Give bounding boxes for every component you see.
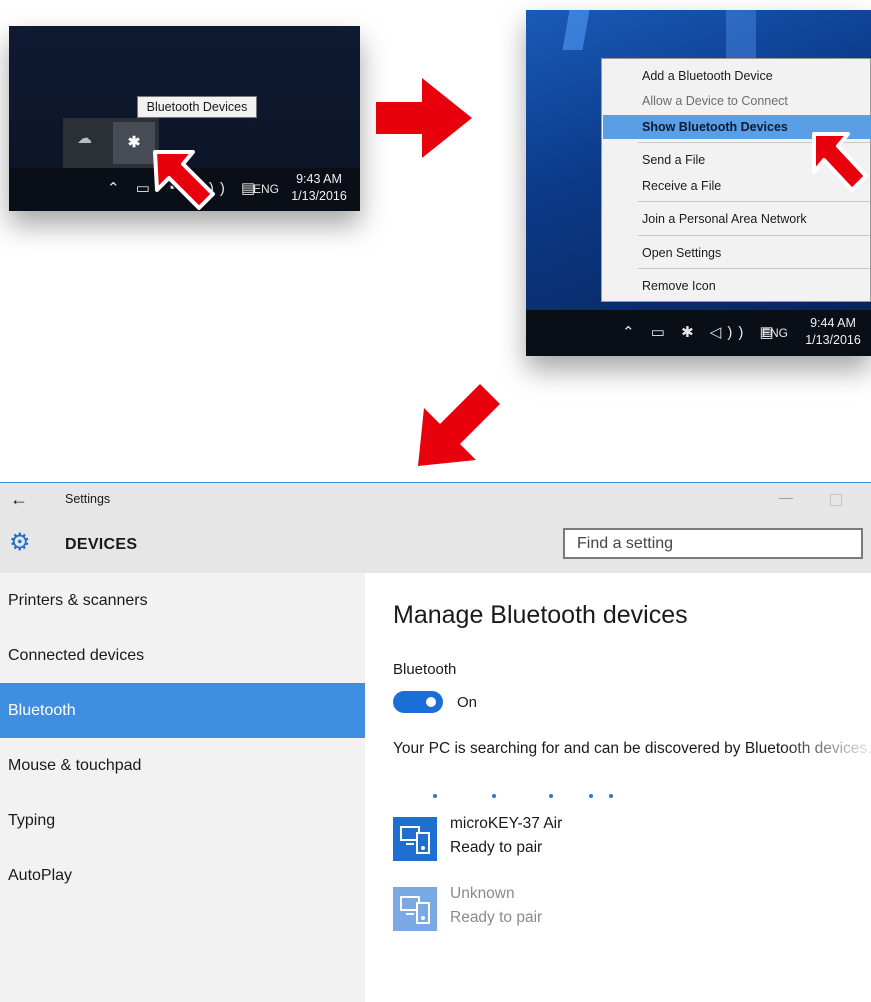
sidebar: Printers & scanners Connected devices Bl… bbox=[0, 573, 365, 1002]
menu-item-open-settings[interactable]: Open Settings bbox=[603, 241, 871, 265]
bluetooth-label: Bluetooth bbox=[393, 661, 457, 678]
tray-icons[interactable]: ⌃ ▭ ✱ ◁)) ▤ bbox=[622, 324, 780, 342]
taskbar: ⌃ ▭ ✱ ◁)) ▤ ENG 9:44 AM 1/13/2016 bbox=[526, 310, 871, 356]
language-indicator[interactable]: ENG bbox=[253, 182, 279, 196]
pointer-arrow-icon bbox=[153, 150, 215, 210]
progress-dot bbox=[609, 794, 613, 798]
taskbar-screenshot-step1: Bluetooth Devices ☁ ✱ ⌃ ▭ ◔ ◁)) ▤ ENG 9:… bbox=[9, 26, 360, 211]
progress-dot bbox=[589, 794, 593, 798]
device-name: microKEY-37 Air bbox=[450, 815, 563, 832]
clock[interactable]: 9:43 AM 1/13/2016 bbox=[288, 171, 350, 205]
menu-item-add-device[interactable]: Add a Bluetooth Device bbox=[603, 64, 871, 88]
page-title: DEVICES bbox=[65, 536, 138, 553]
menu-separator bbox=[638, 268, 870, 269]
down-left-arrow-icon bbox=[418, 384, 500, 466]
device-computer-icon bbox=[393, 817, 437, 861]
title-bar: ← Settings — bbox=[0, 483, 871, 517]
clock[interactable]: 9:44 AM 1/13/2016 bbox=[802, 315, 864, 349]
wallpaper-light-beam bbox=[726, 10, 756, 58]
menu-item-remove-icon[interactable]: Remove Icon bbox=[603, 274, 871, 298]
clock-time: 9:43 AM bbox=[296, 172, 342, 186]
progress-dot bbox=[433, 794, 437, 798]
sidebar-item-connected-devices[interactable]: Connected devices bbox=[0, 628, 365, 683]
toggle-state-label: On bbox=[457, 694, 478, 711]
settings-window: ← Settings — ⚙ DEVICES Printers & scanne… bbox=[0, 482, 871, 1002]
back-arrow-icon[interactable]: ← bbox=[10, 489, 28, 510]
gear-icon: ⚙ bbox=[9, 529, 31, 556]
pointer-arrow-icon bbox=[812, 132, 868, 192]
onedrive-icon[interactable]: ☁ bbox=[77, 131, 97, 146]
sidebar-item-printers[interactable]: Printers & scanners bbox=[0, 573, 365, 628]
sidebar-item-autoplay[interactable]: AutoPlay bbox=[0, 848, 365, 903]
text-fade-overlay bbox=[781, 733, 871, 763]
device-name: Unknown bbox=[450, 885, 515, 902]
menu-separator bbox=[638, 235, 870, 236]
minimize-button[interactable]: — bbox=[779, 489, 793, 505]
menu-item-join-pan[interactable]: Join a Personal Area Network bbox=[603, 207, 871, 231]
wallpaper-light-beam bbox=[562, 10, 590, 50]
device-computer-icon bbox=[393, 887, 437, 931]
clock-date: 1/13/2016 bbox=[291, 189, 347, 203]
right-arrow-icon bbox=[376, 78, 472, 158]
toggle-knob bbox=[426, 697, 436, 707]
maximize-button[interactable] bbox=[830, 494, 842, 506]
sidebar-item-typing[interactable]: Typing bbox=[0, 793, 365, 848]
settings-header: ⚙ DEVICES bbox=[0, 517, 871, 573]
bluetooth-tooltip: Bluetooth Devices bbox=[137, 96, 257, 118]
menu-separator bbox=[638, 201, 870, 202]
language-indicator[interactable]: ENG bbox=[762, 326, 788, 340]
progress-dot bbox=[492, 794, 496, 798]
device-status: Ready to pair bbox=[450, 839, 543, 856]
progress-dot bbox=[549, 794, 553, 798]
window-title: Settings bbox=[65, 492, 111, 506]
context-menu-screenshot-step2: Add a Bluetooth Device Allow a Device to… bbox=[526, 10, 871, 356]
clock-date: 1/13/2016 bbox=[805, 333, 861, 347]
clock-time: 9:44 AM bbox=[810, 316, 856, 330]
device-status: Ready to pair bbox=[450, 909, 543, 926]
search-input[interactable] bbox=[563, 528, 863, 559]
sidebar-item-mouse-touchpad[interactable]: Mouse & touchpad bbox=[0, 738, 365, 793]
section-heading: Manage Bluetooth devices bbox=[393, 601, 688, 629]
device-list-item[interactable]: Unknown Ready to pair bbox=[393, 885, 863, 935]
sidebar-item-bluetooth[interactable]: Bluetooth bbox=[0, 683, 365, 738]
menu-item-allow-connect: Allow a Device to Connect bbox=[642, 94, 788, 108]
device-list-item[interactable]: microKEY-37 Air Ready to pair bbox=[393, 815, 863, 865]
content-pane: Manage Bluetooth devices Bluetooth On Yo… bbox=[365, 573, 871, 1002]
bluetooth-toggle[interactable] bbox=[393, 691, 443, 713]
